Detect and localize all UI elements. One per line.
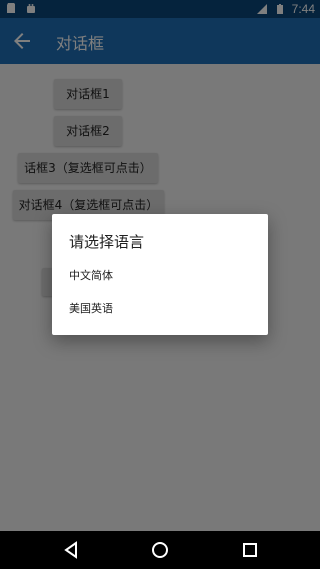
home-circle-icon: [152, 542, 168, 558]
language-option-zh[interactable]: 中文简体: [69, 267, 113, 283]
language-dialog: 请选择语言 中文简体 美国英语: [52, 214, 268, 335]
language-option-en[interactable]: 美国英语: [69, 300, 113, 316]
nav-home-button[interactable]: [150, 540, 170, 560]
back-triangle-icon: [64, 541, 77, 559]
nav-back-button[interactable]: [61, 540, 81, 560]
dialog-title: 请选择语言: [69, 233, 145, 251]
nav-recents-button[interactable]: [240, 540, 260, 560]
recents-square-icon: [243, 543, 257, 557]
navigation-bar: [0, 531, 320, 569]
